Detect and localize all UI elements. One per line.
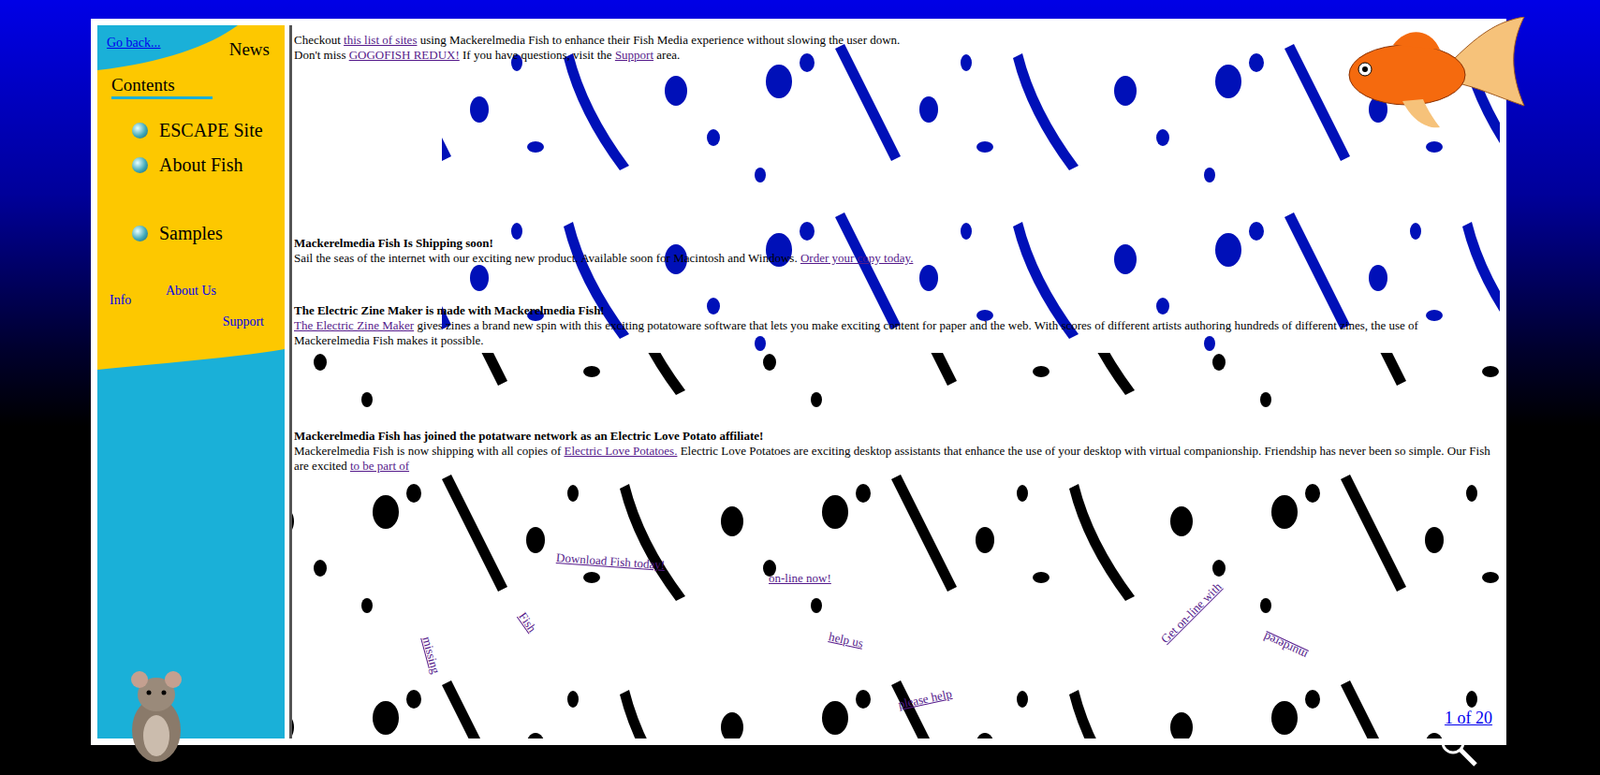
sidebar-menu: Go back... News Contents ESCAPE Site About F… [97, 25, 285, 377]
content-link[interactable]: GOGOFISH REDUX! [349, 47, 460, 62]
footer-links: InfoAbout UsSupport [97, 280, 285, 332]
floating-link[interactable]: on-line now! [768, 571, 832, 587]
footer-link[interactable]: About Us [165, 280, 285, 310]
content-link[interactable]: Order your copy today. [800, 250, 913, 265]
ball-icon [132, 157, 148, 174]
content-link[interactable]: The Electric Zine Maker [293, 318, 414, 333]
mouse-icon [122, 668, 191, 766]
page: Go back... News Contents ESCAPE Site About F… [0, 0, 1600, 775]
content-link[interactable]: to be part of [350, 458, 410, 473]
news-label: News [229, 36, 270, 64]
back-link[interactable]: Go back... [106, 32, 162, 53]
news-item: Mackerelmedia Fish Is Shipping soon!Sail… [293, 235, 1491, 266]
nav-item[interactable]: ESCAPE Site [132, 116, 285, 145]
news-body: Mackerelmedia Fish is now shipping with … [293, 443, 1491, 474]
ink-blots-icon [292, 25, 1500, 739]
news-body: The Electric Zine Maker gives zines a br… [293, 318, 1491, 349]
heading-underline [111, 96, 213, 100]
news-title: Mackerelmedia Fish has joined the potatw… [293, 428, 1491, 444]
intro: Checkout this list of sites using Macker… [293, 32, 1491, 63]
ball-icon [132, 225, 148, 242]
news-title: The Electric Zine Maker is made with Mac… [293, 303, 1491, 319]
news-item: Mackerelmedia Fish has joined the potatw… [293, 428, 1491, 474]
content-link[interactable]: Support [615, 47, 654, 62]
news-item: The Electric Zine Maker is made with Mac… [293, 303, 1491, 349]
news-body: Sail the seas of the internet with our e… [293, 250, 1491, 266]
content-link[interactable]: this list of sites [343, 32, 417, 47]
main-panel: Go back... News Contents ESCAPE Site About F… [90, 18, 1507, 746]
pager-link[interactable]: 1 of 20 [1444, 710, 1493, 726]
news-title: Mackerelmedia Fish Is Shipping soon! [293, 235, 1491, 251]
ball-icon [132, 122, 148, 139]
goldfish-icon [1336, 16, 1530, 135]
content-link[interactable]: Electric Love Potatoes. [563, 443, 677, 458]
nav-list: ESCAPE Site About Fish Samples [97, 116, 285, 248]
content: Checkout this list of sites using Macker… [289, 25, 1500, 739]
contents-heading: Contents [111, 73, 285, 97]
footer-link[interactable]: Info [109, 290, 166, 310]
nav-item[interactable]: Samples [132, 219, 285, 248]
footer-link[interactable]: Support [222, 311, 285, 332]
magnifier-icon [1438, 728, 1479, 768]
sidebar: Go back... News Contents ESCAPE Site About F… [97, 25, 285, 739]
nav-item[interactable]: About Fish [132, 150, 285, 179]
